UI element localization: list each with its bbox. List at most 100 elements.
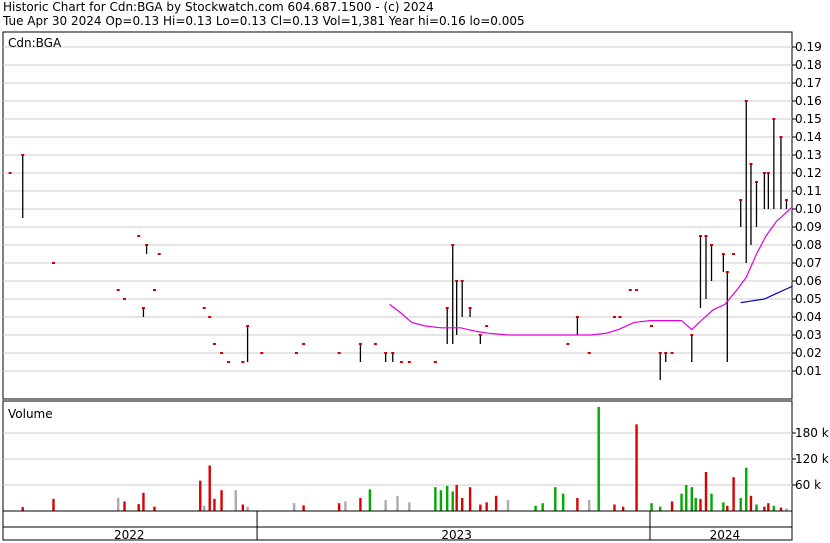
price-close-mark — [246, 325, 250, 327]
price-close-mark — [460, 280, 464, 282]
volume-bar — [772, 505, 776, 511]
volume-bar — [202, 505, 206, 511]
volume-bar — [554, 487, 557, 511]
price-close-mark — [635, 289, 639, 291]
volume-bar — [726, 505, 729, 511]
price-close-mark — [690, 334, 694, 336]
volume-bar — [732, 477, 735, 511]
volume-bar — [208, 465, 211, 511]
volume-bar — [384, 500, 387, 511]
price-close-mark — [295, 352, 299, 354]
price-close-mark — [227, 361, 231, 363]
price-close-mark — [384, 352, 388, 354]
price-close-mark — [208, 316, 212, 318]
price-close-mark — [337, 352, 341, 354]
volume-bar — [699, 498, 702, 511]
volume-bar — [749, 495, 753, 511]
price-close-mark — [754, 181, 758, 183]
volume-bar — [199, 480, 202, 511]
price-close-mark — [51, 262, 55, 264]
price-close-mark — [116, 289, 120, 291]
volume-bar — [220, 490, 223, 511]
price-close-mark — [433, 361, 437, 363]
price-close-mark — [749, 163, 753, 165]
volume-bar — [755, 504, 758, 511]
volume-bar — [613, 504, 616, 511]
price-close-mark — [710, 244, 714, 246]
price-close-mark — [260, 352, 264, 354]
volume-bar — [690, 487, 693, 511]
price-close-mark — [220, 352, 224, 354]
price-close-mark — [202, 307, 206, 309]
price-close-mark — [21, 154, 25, 156]
volume-bar — [597, 407, 600, 511]
price-close-mark — [8, 172, 12, 174]
price-y-tick-label: 0.14 — [795, 130, 822, 144]
price-close-mark — [762, 172, 766, 174]
price-close-mark — [698, 235, 702, 237]
price-close-mark — [478, 334, 482, 336]
price-close-mark — [575, 316, 579, 318]
price-close-mark — [664, 352, 668, 354]
price-panel-title: Cdn:BGA — [8, 36, 62, 50]
price-close-mark — [152, 289, 156, 291]
stock-chart: 0.19 0.18 0.17 0.16 0.15 0.14 0.13 0.12 0.11 0.10… — [2, 31, 829, 542]
price-y-tick-label: 0.07 — [795, 256, 822, 270]
volume-bar — [446, 485, 449, 511]
year-label: 2023 — [441, 528, 472, 542]
price-close-mark — [739, 199, 743, 201]
volume-bar — [123, 501, 126, 511]
price-y-tick-label: 0.01 — [795, 364, 822, 378]
price-y-tick-label: 0.13 — [795, 148, 822, 162]
price-close-mark — [399, 361, 403, 363]
volume-bar — [153, 506, 156, 511]
price-close-mark — [241, 361, 245, 363]
price-close-mark — [445, 307, 449, 309]
price-close-mark — [721, 253, 725, 255]
price-close-mark — [628, 289, 632, 291]
volume-bar — [455, 485, 458, 511]
price-close-mark — [358, 343, 362, 345]
price-close-mark — [123, 298, 127, 300]
price-close-mark — [725, 271, 729, 273]
volume-bar — [722, 502, 725, 511]
volume-panel — [2, 400, 793, 512]
price-close-mark — [212, 343, 216, 345]
price-y-tick-label: 0.04 — [795, 310, 822, 324]
volume-bar — [588, 500, 591, 511]
price-close-mark — [455, 280, 459, 282]
price-close-mark — [407, 361, 411, 363]
volume-bar — [434, 487, 437, 511]
volume-bar — [739, 498, 742, 511]
volume-bar — [234, 490, 237, 511]
price-y-tick-label: 0.02 — [795, 346, 822, 360]
price-y-tick-label: 0.06 — [795, 274, 822, 288]
price-close-mark — [302, 343, 306, 345]
price-close-mark — [157, 253, 161, 255]
price-y-tick-label: 0.09 — [795, 220, 822, 234]
price-y-tick-label: 0.18 — [795, 58, 822, 72]
volume-bar — [137, 504, 140, 511]
volume-bar — [359, 498, 362, 511]
price-close-mark — [485, 325, 489, 327]
price-close-mark — [618, 316, 622, 318]
volume-bar — [534, 505, 537, 511]
volume-bar — [680, 493, 683, 511]
volume-bar — [494, 495, 498, 511]
volume-bar — [344, 501, 347, 511]
volume-bar — [763, 506, 766, 511]
volume-bar — [621, 506, 625, 511]
volume-bar — [685, 485, 688, 511]
price-y-tick-label: 0.19 — [795, 40, 822, 54]
price-close-mark — [704, 235, 708, 237]
price-close-mark — [766, 172, 770, 174]
price-y-tick-label: 0.12 — [795, 166, 822, 180]
volume-bar — [779, 507, 783, 511]
volume-y-tick-label: 180 k — [795, 426, 829, 440]
price-y-tick-label: 0.17 — [795, 76, 822, 90]
price-close-mark — [772, 118, 776, 120]
price-y-tick-label: 0.05 — [795, 292, 822, 306]
volume-bar — [561, 493, 565, 511]
price-close-mark — [784, 199, 788, 201]
price-close-mark — [373, 343, 377, 345]
